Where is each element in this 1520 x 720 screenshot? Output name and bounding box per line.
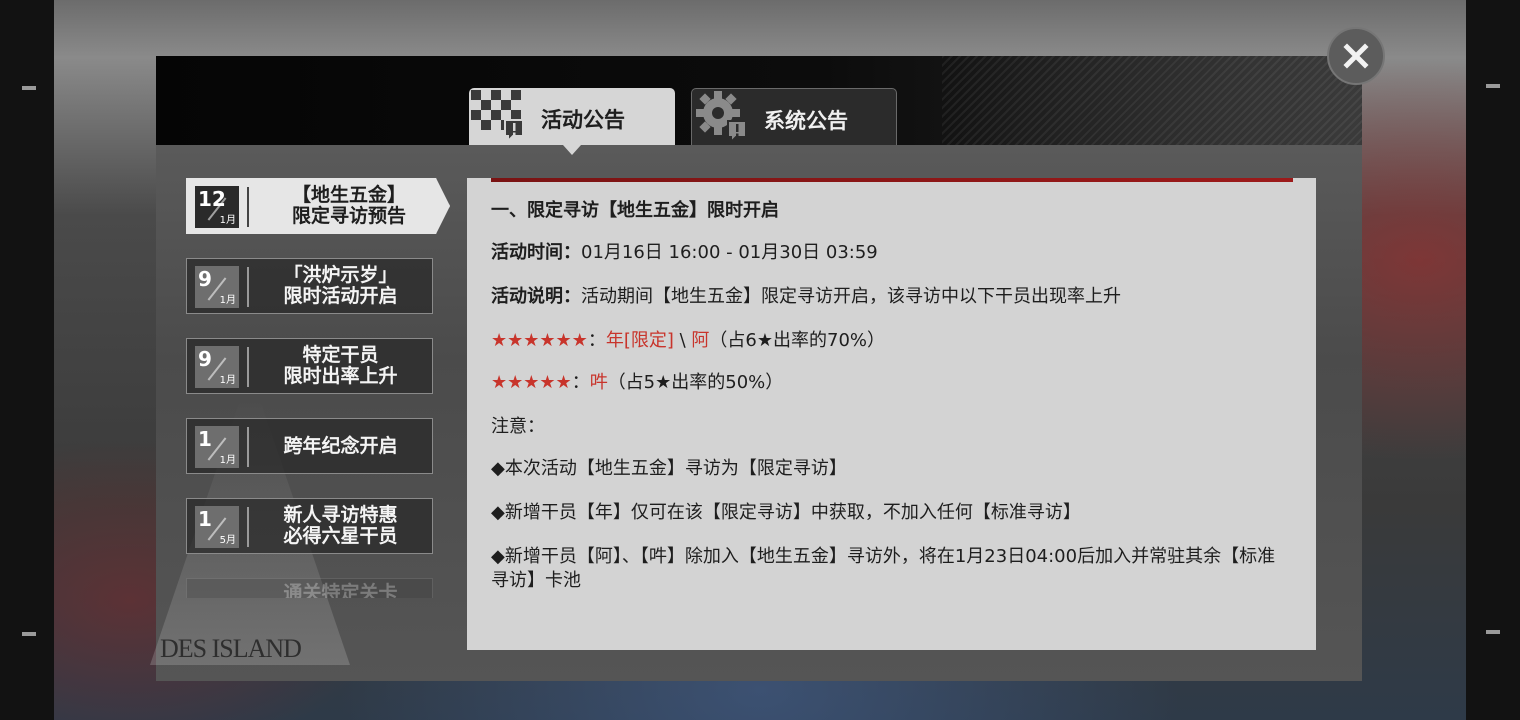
notice-label: 注意： bbox=[491, 416, 545, 437]
activity-time-label: 活动时间： bbox=[491, 242, 581, 263]
list-item-title: 【地生五金】 限定寻访预告 bbox=[291, 184, 406, 227]
list-item[interactable]: 通关特定关卡 bbox=[186, 578, 433, 598]
activity-description: 活动说明：活动期间【地生五金】限定寻访开启，该寻访中以下干员出现率上升 bbox=[491, 285, 1121, 309]
left-bezel bbox=[0, 0, 54, 720]
list-item[interactable]: 1 5月 新人寻访特惠 必得六星干员 bbox=[186, 498, 433, 554]
activity-time: 活动时间：01月16日 16:00 - 01月30日 03:59 bbox=[491, 241, 878, 265]
active-tab-pointer bbox=[563, 145, 581, 155]
activity-time-value: 01月16日 16:00 - 01月30日 03:59 bbox=[581, 242, 878, 263]
list-item-title: 特定干员 限时出率上升 bbox=[283, 344, 398, 387]
close-icon bbox=[1343, 43, 1369, 69]
date-day: 1 bbox=[198, 507, 212, 531]
tab-system-label: 系统公告 bbox=[764, 109, 848, 133]
list-item-title: 「洪炉示岁」 限时活动开启 bbox=[283, 264, 398, 307]
date-badge: 9 1月 bbox=[195, 266, 239, 308]
six-star-rateup: ★★★★★★：年[限定] \ 阿（占6★出率的70%） bbox=[491, 329, 885, 353]
checkered-flag-icon bbox=[471, 90, 524, 143]
notice-item: ◆本次活动【地生五金】寻访为【限定寻访】 bbox=[491, 458, 847, 479]
date-badge: 9 1月 bbox=[195, 346, 239, 388]
list-item[interactable]: 12 1月 【地生五金】 限定寻访预告 bbox=[186, 178, 450, 234]
list-item[interactable]: 1 1月 跨年纪念开启 bbox=[186, 418, 433, 474]
gear-alert-icon bbox=[696, 91, 747, 144]
announcement-list[interactable]: 12 1月 【地生五金】 限定寻访预告 9 1月 「洪炉示岁」 限时活动开启 9… bbox=[186, 178, 454, 598]
tab-activity-announcement[interactable]: 活动公告 bbox=[469, 88, 675, 145]
notice-item: ◆新增干员【年】仅可在该【限定寻访】中获取，不加入任何【标准寻访】 bbox=[491, 502, 1081, 523]
list-item-title: 通关特定关卡 bbox=[283, 582, 398, 599]
tab-system-announcement[interactable]: 系统公告 bbox=[691, 88, 897, 145]
date-day: 9 bbox=[198, 267, 212, 291]
notice-item: ◆新增干员【阿】、【吽】除加入【地生五金】寻访外，将在1月23日04:00后加入… bbox=[491, 546, 1276, 591]
six-star-operator-1: 年[限定] bbox=[605, 330, 674, 351]
six-star-separator: \ bbox=[679, 330, 686, 351]
date-month: 1月 bbox=[219, 375, 236, 386]
five-star-operator: 吽 bbox=[589, 372, 608, 393]
date-day: 1 bbox=[198, 427, 212, 451]
right-bezel bbox=[1466, 0, 1520, 720]
rhodes-island-logo: DES ISLAND bbox=[160, 634, 302, 663]
five-star-colon: ： bbox=[571, 372, 590, 393]
five-star-rate: （占5★出率的50%） bbox=[607, 372, 784, 393]
six-star-rate: （占6★出率的70%） bbox=[709, 330, 886, 351]
five-star-rating: ★★★★★ bbox=[491, 372, 572, 393]
date-day: 12 bbox=[198, 187, 226, 211]
list-item[interactable]: 9 1月 特定干员 限时出率上升 bbox=[186, 338, 433, 394]
five-star-rateup: ★★★★★：吽（占5★出率的50%） bbox=[491, 371, 783, 395]
date-month: 1月 bbox=[219, 215, 236, 226]
list-item-title: 跨年纪念开启 bbox=[283, 434, 398, 457]
date-day: 9 bbox=[198, 347, 212, 371]
activity-description-label: 活动说明： bbox=[491, 286, 581, 307]
close-button[interactable] bbox=[1327, 27, 1385, 85]
date-month: 1月 bbox=[219, 295, 236, 306]
date-badge: 12 1月 bbox=[195, 186, 239, 228]
six-star-rating: ★★★★★★ bbox=[491, 330, 588, 351]
date-badge: 1 1月 bbox=[195, 426, 239, 468]
content-heading: 一、限定寻访【地生五金】限时开启 bbox=[491, 200, 779, 221]
tab-activity-label: 活动公告 bbox=[541, 108, 625, 132]
list-item-title: 新人寻访特惠 必得六星干员 bbox=[283, 504, 398, 547]
announcement-content: 一、限定寻访【地生五金】限时开启 活动时间：01月16日 16:00 - 01月… bbox=[467, 178, 1316, 650]
date-badge: 1 5月 bbox=[195, 506, 239, 548]
activity-description-value: 活动期间【地生五金】限定寻访开启，该寻访中以下干员出现率上升 bbox=[581, 286, 1121, 307]
list-item[interactable]: 9 1月 「洪炉示岁」 限时活动开启 bbox=[186, 258, 433, 314]
six-star-operator-2: 阿 bbox=[691, 330, 710, 351]
date-month: 5月 bbox=[219, 535, 236, 546]
six-star-colon: ： bbox=[587, 330, 606, 351]
date-month: 1月 bbox=[219, 455, 236, 466]
content-accent-bar bbox=[491, 178, 1293, 182]
header-decoration bbox=[942, 56, 1362, 145]
